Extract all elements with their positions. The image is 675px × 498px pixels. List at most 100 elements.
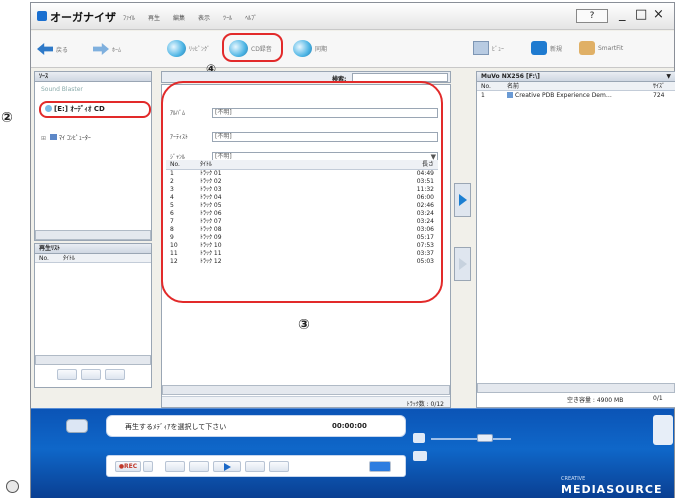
track-len: 06:00: [416, 194, 434, 201]
device-count-status: 0/1: [653, 395, 663, 402]
device-col-size[interactable]: ｻｲｽﾞ: [653, 82, 671, 91]
track-no: 6: [170, 210, 174, 217]
playlist-col-title[interactable]: ﾀｲﾄﾙ: [63, 254, 75, 262]
play-button[interactable]: [213, 461, 241, 472]
next-button[interactable]: [269, 461, 289, 472]
device-scrollbar-h[interactable]: [477, 383, 675, 393]
album-field[interactable]: [不明]: [212, 107, 438, 118]
track-row[interactable]: 4 ﾄﾗｯｸ 04 06:00: [166, 194, 438, 202]
device-header[interactable]: MuVo NX256 [F:\] ▼: [477, 72, 675, 82]
smartfit-button[interactable]: SmartFit: [579, 41, 623, 55]
back-label: 戻る: [56, 46, 69, 54]
transfer-left-button[interactable]: [454, 247, 471, 281]
cd-record-button[interactable]: CD録音: [229, 40, 272, 57]
minimize-button[interactable]: _: [619, 7, 626, 22]
track-row[interactable]: 10 ﾄﾗｯｸ 10 07:53: [166, 242, 438, 250]
expand-plus-icon: ⊞: [41, 135, 47, 142]
track-row[interactable]: 7 ﾄﾗｯｸ 07 03:24: [166, 218, 438, 226]
track-len: 03:24: [416, 218, 434, 225]
device-col-no[interactable]: No.: [481, 82, 507, 91]
annotation-marker-3: ③: [298, 317, 310, 333]
playlist-btn-1[interactable]: [57, 369, 77, 380]
player-display: 再生するﾒﾃﾞｨｱを選択して下さい 00:00:00: [106, 415, 406, 437]
playlist-scrollbar-h[interactable]: [35, 355, 151, 365]
track-no: 7: [170, 218, 174, 225]
menu-file[interactable]: ﾌｧｲﾙ: [123, 13, 135, 22]
tree-scrollbar-h[interactable]: [35, 230, 151, 240]
track-len: 03:24: [416, 210, 434, 217]
artist-row: ｱｰﾃｨｽﾄ [不明]: [170, 131, 438, 142]
playlist-btn-3[interactable]: [105, 369, 125, 380]
track-no: 11: [170, 250, 178, 257]
artist-field[interactable]: [不明]: [212, 131, 438, 142]
device-row-no: 1: [481, 92, 485, 99]
prev-button[interactable]: [165, 461, 185, 472]
playlist-panel: 再生ﾘｽﾄ No. ﾀｲﾄﾙ: [34, 243, 152, 388]
tree-item-my-computer-label: ﾏｲ ｺﾝﾋﾟｭｰﾀｰ: [58, 135, 91, 142]
menu-edit[interactable]: 編集: [173, 13, 185, 22]
volume-slider-thumb[interactable]: [477, 434, 493, 442]
arrow-right-disabled-icon: [458, 258, 467, 270]
fastforward-button[interactable]: [245, 461, 265, 472]
track-no: 10: [170, 242, 178, 249]
playlist-col-no[interactable]: No.: [39, 254, 49, 262]
transfer-right-button[interactable]: [454, 183, 471, 217]
tree-item-audio-cd[interactable]: [E:] ｵｰﾃﾞｨｵ CD: [45, 104, 105, 114]
menu-play[interactable]: 再生: [148, 13, 160, 22]
track-no: 3: [170, 186, 174, 193]
maximize-button[interactable]: □: [635, 7, 647, 22]
playlist-header: 再生ﾘｽﾄ: [35, 244, 151, 254]
rewind-button[interactable]: [189, 461, 209, 472]
track-row[interactable]: 9 ﾄﾗｯｸ 09 05:17: [166, 234, 438, 242]
center-scrollbar-h[interactable]: [162, 385, 450, 395]
track-rows: 1 ﾄﾗｯｸ 01 04:49 2 ﾄﾗｯｸ 02 03:51 3 ﾄﾗｯｸ 03 11:32 4…: [166, 170, 438, 266]
menu-help[interactable]: ﾍﾙﾌﾟ: [245, 13, 257, 22]
forward-button[interactable]: ﾎｰﾑ: [93, 43, 121, 55]
track-row[interactable]: 12 ﾄﾗｯｸ 12 05:03: [166, 258, 438, 266]
device-col-name[interactable]: 名前: [507, 82, 653, 91]
eject-button[interactable]: [369, 461, 391, 472]
tree-item-my-computer[interactable]: ⊞ ﾏｲ ｺﾝﾋﾟｭｰﾀｰ: [41, 134, 91, 142]
player-side-button[interactable]: [653, 415, 673, 445]
track-row[interactable]: 8 ﾄﾗｯｸ 08 03:06: [166, 226, 438, 234]
col-length[interactable]: 長さ: [402, 160, 434, 170]
volume-slider-track[interactable]: [431, 438, 511, 440]
smartfit-icon: [579, 41, 595, 55]
track-row[interactable]: 3 ﾄﾗｯｸ 03 11:32: [166, 186, 438, 194]
speaker-button[interactable]: [413, 451, 427, 461]
ripping-button[interactable]: ﾘｯﾋﾟﾝｸﾞ: [167, 40, 210, 57]
back-arrow-icon: [37, 43, 53, 55]
device-name: MuVo NX256 [F:\]: [481, 73, 540, 80]
help-button[interactable]: ?: [576, 9, 608, 23]
tree-item-audio-cd-label: [E:] ｵｰﾃﾞｨｵ CD: [54, 105, 105, 113]
new-button[interactable]: 新規: [531, 41, 562, 55]
track-row[interactable]: 6 ﾄﾗｯｸ 06 03:24: [166, 210, 438, 218]
view-button[interactable]: ﾋﾞｭｰ: [473, 41, 504, 55]
ripping-label: ﾘｯﾋﾟﾝｸﾞ: [189, 46, 211, 53]
menu-view[interactable]: 表示: [198, 13, 210, 22]
track-len: 05:03: [416, 258, 434, 265]
smartfit-label: SmartFit: [598, 44, 624, 52]
track-len: 05:17: [416, 234, 434, 241]
rec-dropdown-button[interactable]: [143, 461, 153, 472]
rec-button[interactable]: ●REC: [115, 461, 141, 472]
new-icon: [531, 41, 547, 55]
track-list-panel: ｱﾙﾊﾞﾑ [不明] ｱｰﾃｨｽﾄ [不明] ｼﾞｬﾝﾙ [不明] ▼ No. ﾀ…: [161, 81, 451, 408]
back-button[interactable]: 戻る: [37, 43, 68, 55]
track-row[interactable]: 11 ﾄﾗｯｸ 11 03:37: [166, 250, 438, 258]
player-mode-button[interactable]: [66, 419, 88, 433]
col-title[interactable]: ﾀｲﾄﾙ: [200, 160, 402, 170]
tree-item-soundblaster[interactable]: Sound Blaster: [41, 86, 83, 94]
close-button[interactable]: ×: [653, 7, 664, 22]
col-no[interactable]: No.: [170, 160, 200, 170]
track-row[interactable]: 2 ﾄﾗｯｸ 02 03:51: [166, 178, 438, 186]
track-len: 02:46: [416, 202, 434, 209]
track-row[interactable]: 5 ﾄﾗｯｸ 05 02:46: [166, 202, 438, 210]
track-len: 11:32: [416, 186, 434, 193]
device-row[interactable]: 1 Creative PDB Experience Dem… 724: [477, 91, 675, 100]
sync-label: 同期: [315, 46, 328, 53]
sync-button[interactable]: 同期: [293, 40, 327, 57]
playlist-btn-2[interactable]: [81, 369, 101, 380]
track-row[interactable]: 1 ﾄﾗｯｸ 01 04:49: [166, 170, 438, 178]
menu-tools[interactable]: ﾂｰﾙ: [223, 13, 232, 22]
